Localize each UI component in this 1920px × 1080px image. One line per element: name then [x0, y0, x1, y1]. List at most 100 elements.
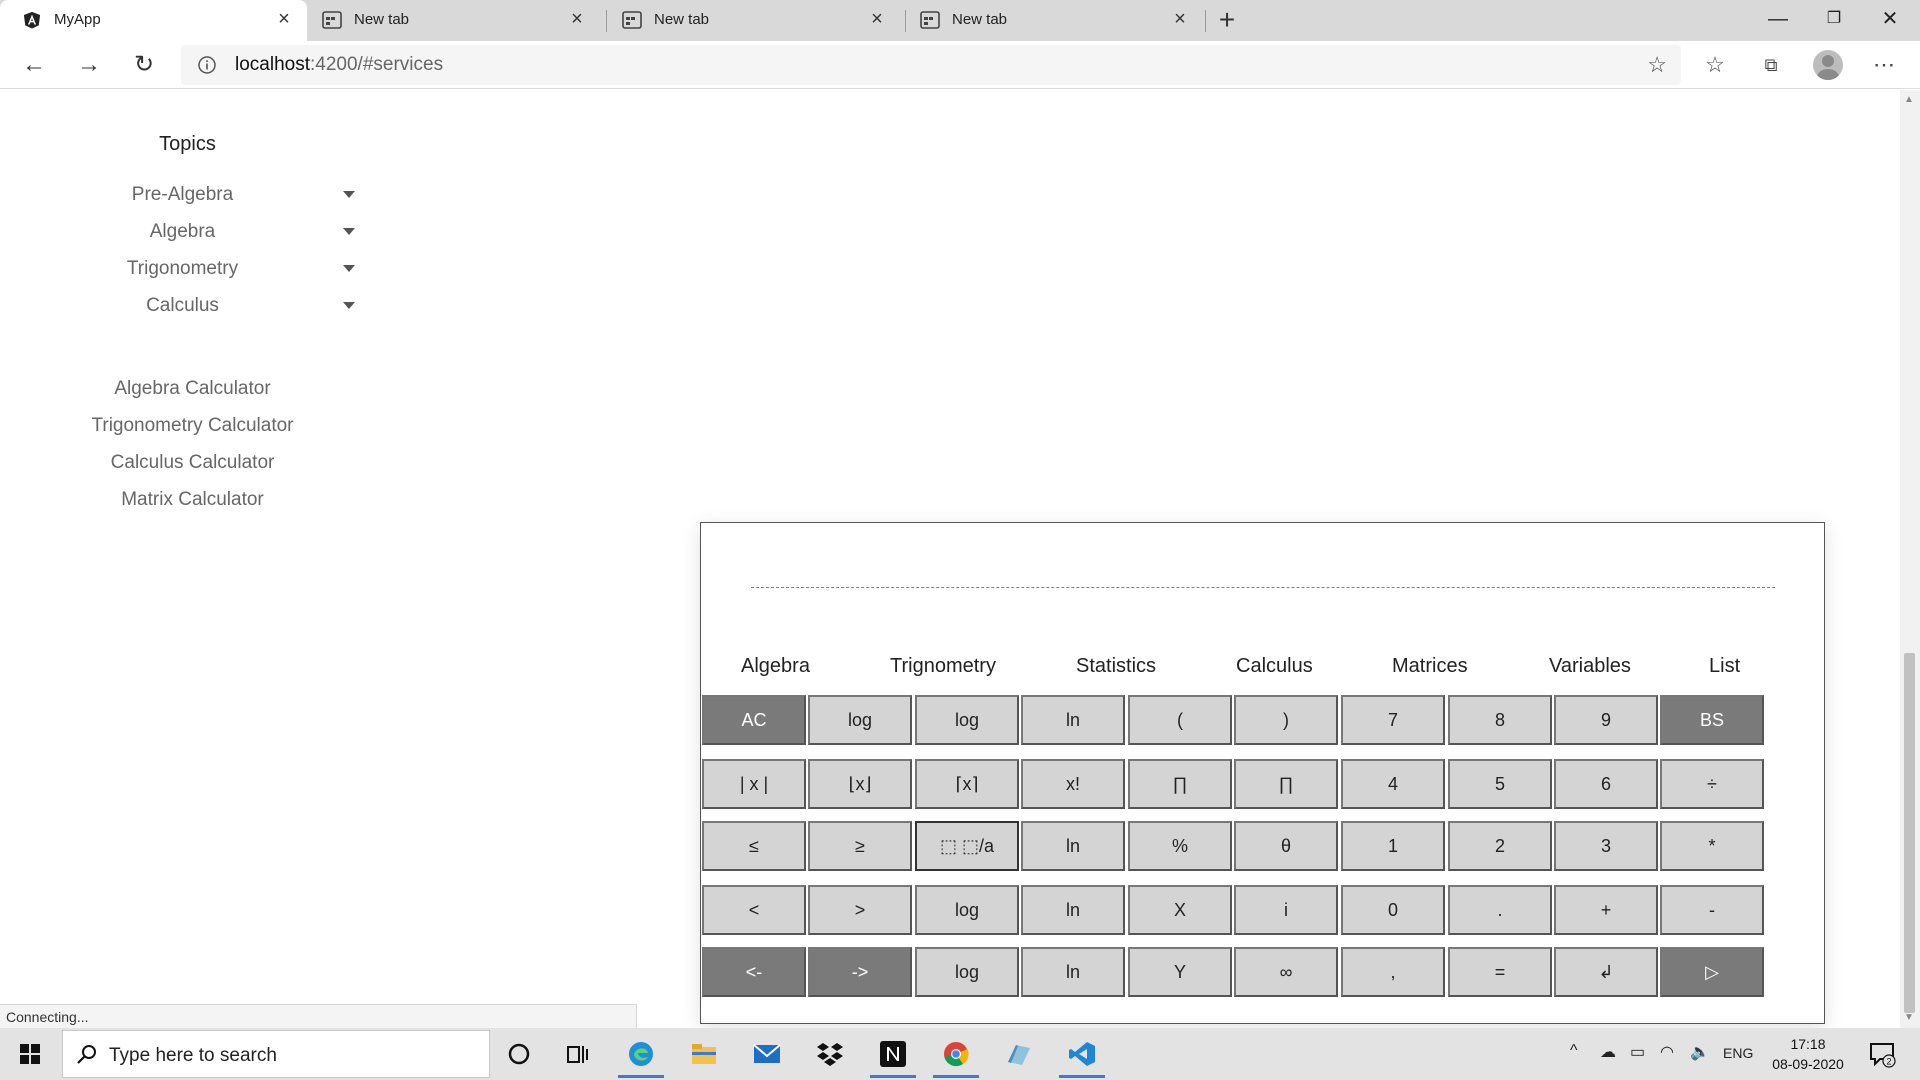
calc-key[interactable]: x! [1021, 759, 1125, 809]
category-trignometry[interactable]: Trignometry [890, 655, 996, 678]
calc-key[interactable]: ⬚ ⬚/a [915, 821, 1019, 871]
scroll-up-icon[interactable]: ▲ [1904, 94, 1914, 105]
caret-down-icon[interactable] [343, 265, 355, 272]
close-tab-icon[interactable]: × [273, 8, 295, 30]
collections-icon[interactable]: ⧉ [1753, 47, 1789, 83]
calc-key[interactable]: log [915, 885, 1019, 935]
calc-key[interactable]: 8 [1448, 695, 1552, 745]
back-icon[interactable]: ← [16, 47, 52, 83]
reload-icon[interactable]: ↻ [126, 47, 162, 83]
scroll-down-icon[interactable]: ▼ [1904, 1012, 1914, 1023]
calc-key[interactable]: - [1660, 885, 1764, 935]
topic-trigonometry[interactable]: Trigonometry [80, 254, 380, 284]
edge-icon[interactable] [614, 1030, 668, 1078]
profile-avatar[interactable] [1813, 50, 1843, 80]
url-text[interactable]: localhost:4200/#services [235, 54, 443, 76]
app-icon[interactable] [992, 1030, 1046, 1078]
calc-key[interactable]: ↲ [1554, 947, 1658, 997]
calc-key[interactable]: ⌈x⌉ [915, 759, 1019, 809]
close-window-icon[interactable]: ✕ [1862, 0, 1918, 40]
info-icon[interactable] [197, 55, 217, 75]
caret-down-icon[interactable] [343, 191, 355, 198]
calc-key[interactable]: ( [1128, 695, 1232, 745]
calc-key[interactable]: ln [1021, 821, 1125, 871]
calc-key[interactable]: θ [1234, 821, 1338, 871]
calc-key[interactable]: Y [1128, 947, 1232, 997]
calc-key[interactable]: + [1554, 885, 1658, 935]
vertical-scrollbar[interactable]: ▲ ▼ [1900, 90, 1920, 1028]
calc-key[interactable]: -> [808, 947, 912, 997]
calculator-display-input[interactable] [751, 587, 1775, 588]
calc-key[interactable]: ⌊x⌋ [808, 759, 912, 809]
tab-new-2[interactable]: New tab × [600, 0, 900, 41]
tab-new-1[interactable]: New tab × [300, 0, 600, 41]
calc-key[interactable]: 4 [1341, 759, 1445, 809]
calc-key[interactable]: i [1234, 885, 1338, 935]
notion-icon[interactable] [866, 1030, 920, 1078]
calc-key[interactable]: 1 [1341, 821, 1445, 871]
show-hidden-icons-icon[interactable]: ^ [1570, 1042, 1578, 1060]
calc-key[interactable]: X [1128, 885, 1232, 935]
calc-key[interactable]: log [808, 695, 912, 745]
category-matrices[interactable]: Matrices [1392, 655, 1468, 678]
language-indicator[interactable]: ENG [1723, 1045, 1753, 1061]
forward-icon[interactable]: → [71, 47, 107, 83]
calc-key[interactable]: 3 [1554, 821, 1658, 871]
notification-center-icon[interactable]: 2 [1868, 1040, 1896, 1068]
topic-calculus[interactable]: Calculus [80, 291, 380, 321]
chrome-icon[interactable] [929, 1030, 983, 1078]
link-trigonometry-calculator[interactable]: Trigonometry Calculator [0, 415, 385, 437]
topic-pre-algebra[interactable]: Pre-Algebra [80, 180, 380, 210]
mail-icon[interactable] [740, 1030, 794, 1078]
cortana-icon[interactable] [492, 1030, 546, 1078]
calc-key[interactable]: ) [1234, 695, 1338, 745]
calc-key[interactable]: 9 [1554, 695, 1658, 745]
category-calculus[interactable]: Calculus [1236, 655, 1313, 678]
file-explorer-icon[interactable] [677, 1030, 731, 1078]
caret-down-icon[interactable] [343, 228, 355, 235]
calc-key[interactable]: BS [1660, 695, 1764, 745]
calc-key[interactable]: | x | [702, 759, 806, 809]
windows-start-icon[interactable] [10, 1036, 50, 1072]
calc-key[interactable]: 2 [1448, 821, 1552, 871]
favorites-icon[interactable]: ☆ [1697, 47, 1733, 83]
calc-key[interactable]: log [915, 695, 1019, 745]
calc-key[interactable]: <- [702, 947, 806, 997]
calc-key[interactable]: AC [702, 695, 806, 745]
calc-key[interactable]: ∏ [1234, 759, 1338, 809]
category-statistics[interactable]: Statistics [1076, 655, 1156, 678]
link-algebra-calculator[interactable]: Algebra Calculator [0, 378, 385, 400]
close-tab-icon[interactable]: × [1169, 8, 1191, 30]
vscode-icon[interactable] [1055, 1030, 1109, 1078]
calc-key[interactable]: ≥ [808, 821, 912, 871]
calc-key[interactable]: ▷ [1660, 947, 1764, 997]
calc-key[interactable]: 5 [1448, 759, 1552, 809]
tab-myapp[interactable]: MyApp × [0, 0, 307, 41]
calc-key[interactable]: % [1128, 821, 1232, 871]
calc-key[interactable]: log [915, 947, 1019, 997]
close-tab-icon[interactable]: × [566, 8, 588, 30]
topic-algebra[interactable]: Algebra [80, 217, 380, 247]
calc-key[interactable]: ≤ [702, 821, 806, 871]
restore-icon[interactable]: ❐ [1806, 0, 1862, 40]
link-calculus-calculator[interactable]: Calculus Calculator [0, 452, 385, 474]
category-algebra[interactable]: Algebra [741, 655, 810, 678]
calc-key[interactable]: ln [1021, 885, 1125, 935]
calc-key[interactable]: ln [1021, 947, 1125, 997]
taskbar-search-box[interactable]: Type here to search [62, 1030, 490, 1078]
taskbar-clock[interactable]: 17:18 08-09-2020 [1760, 1034, 1856, 1074]
task-view-icon[interactable] [551, 1030, 605, 1078]
calc-key[interactable]: 6 [1554, 759, 1658, 809]
calc-key[interactable]: ∏ [1128, 759, 1232, 809]
calc-key[interactable]: ∞ [1234, 947, 1338, 997]
onedrive-icon[interactable]: ☁ [1600, 1042, 1616, 1062]
scrollbar-thumb[interactable] [1904, 653, 1915, 1013]
calc-key[interactable]: , [1341, 947, 1445, 997]
more-options-icon[interactable]: ⋯ [1866, 47, 1902, 83]
new-tab-button[interactable]: + [1212, 5, 1242, 35]
calc-key[interactable]: ÷ [1660, 759, 1764, 809]
category-variables[interactable]: Variables [1549, 655, 1631, 678]
volume-icon[interactable]: 🔈 [1690, 1042, 1710, 1062]
calc-key[interactable]: > [808, 885, 912, 935]
tab-new-3[interactable]: New tab × [898, 0, 1203, 41]
